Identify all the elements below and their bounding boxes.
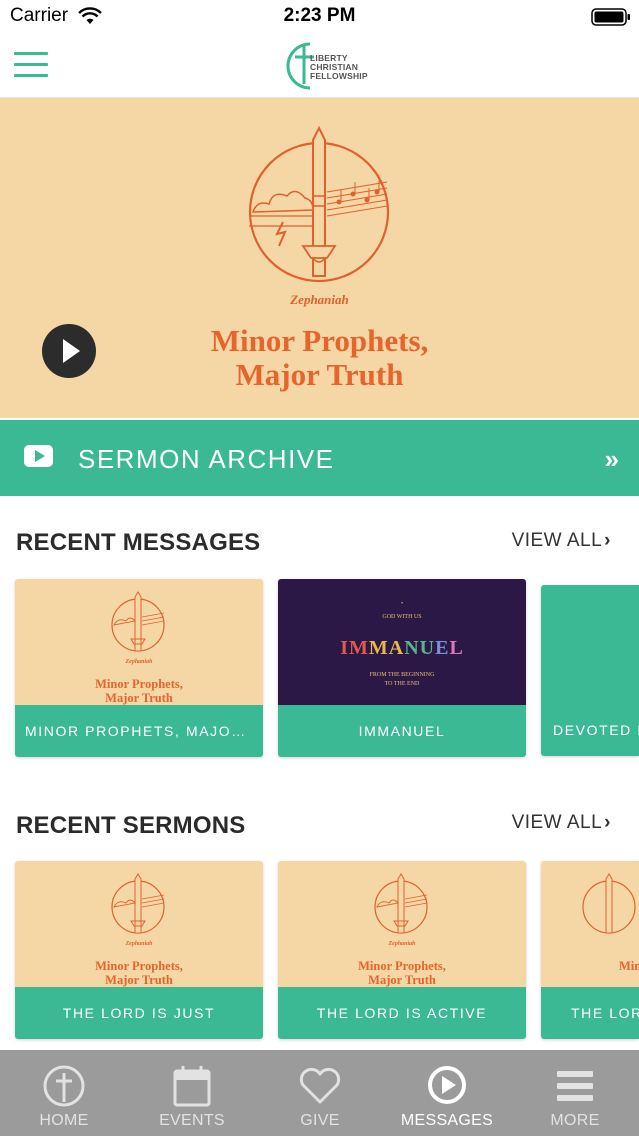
card-art-title: Minor Prophets, Major Truth: [95, 677, 183, 705]
tab-messages[interactable]: MESSAGES: [383, 1050, 511, 1136]
card-label: MINOR PROPHETS, MAJOR T...: [15, 705, 263, 757]
card-art-title: Minor Prophets, Major Truth: [358, 959, 446, 987]
sermon-card[interactable]: Zephaniah Minor Prophets, Major Truth TH…: [278, 861, 526, 1039]
card-artwork: Zephaniah Minor Prophets, Major Truth: [278, 861, 526, 987]
sermon-archive-button[interactable]: SERMON ARCHIVE »: [0, 420, 639, 496]
tab-bar: HOME EVENTS GIVE MESSAGES MORE: [0, 1050, 639, 1136]
card-label: DEVOTED F: [541, 704, 639, 756]
tab-label: MESSAGES: [400, 1112, 494, 1129]
tab-label: EVENTS: [159, 1112, 225, 1129]
card-art-caption: TO THE END: [384, 681, 420, 687]
logo-text: LIBERTY CHRISTIAN FELLOWSHIP: [310, 53, 368, 81]
zephaniah-artwork: [111, 591, 165, 652]
card-artwork: Zephaniah Minor Prophets, Major Truth: [15, 861, 263, 987]
message-card[interactable]: • GOD WITH US IMMANUEL FROM THE BEGINNIN…: [278, 579, 526, 757]
card-artwork: Zephaniah Minor Prophets, Major Truth: [15, 579, 263, 705]
chevron-right-icon: ›: [604, 530, 611, 551]
message-card[interactable]: DEVOTED F: [541, 585, 639, 756]
tab-events[interactable]: EVENTS: [128, 1050, 256, 1136]
card-label: IMMANUEL: [278, 705, 526, 757]
tab-home[interactable]: HOME: [0, 1050, 128, 1136]
sermon-card[interactable]: Zephaniah Minor Prophets, Major Truth TH…: [15, 861, 263, 1039]
card-artwork: [541, 585, 639, 704]
cross-circle-icon: [43, 1065, 85, 1107]
recent-messages-view-all[interactable]: VIEW ALL ›: [512, 530, 611, 552]
calendar-icon: [173, 1066, 211, 1107]
play-circle-icon: [428, 1066, 466, 1104]
card-art-title: Minor Prophets, Major Truth: [95, 959, 183, 987]
recent-messages-title: RECENT MESSAGES: [16, 529, 261, 556]
menu-icon[interactable]: [14, 52, 48, 80]
app-header: LIBERTY CHRISTIAN FELLOWSHIP: [0, 34, 639, 98]
card-label: THE LORD IS ACTIVE: [278, 987, 526, 1039]
tab-more[interactable]: MORE: [511, 1050, 639, 1136]
card-art-subtitle: Zephaniah: [388, 941, 416, 947]
tab-label: MORE: [550, 1112, 600, 1129]
series-book: Zephaniah: [290, 292, 349, 307]
zephaniah-artwork: [374, 873, 428, 934]
tab-give[interactable]: GIVE: [256, 1050, 384, 1136]
play-icon[interactable]: [42, 324, 96, 378]
youtube-play-icon: [24, 445, 53, 467]
card-label: THE LOR: [541, 987, 639, 1039]
battery-icon: [591, 8, 630, 26]
tab-label: HOME: [39, 1112, 89, 1129]
featured-series-banner[interactable]: Zephaniah Minor Prophets, Major Truth: [0, 98, 639, 418]
recent-sermons-title: RECENT SERMONS: [16, 812, 246, 839]
card-art-title: Min: [619, 959, 639, 973]
card-art-title: IMMANUEL: [340, 637, 464, 659]
zephaniah-artwork: [111, 873, 165, 934]
zephaniah-artwork: [248, 126, 390, 283]
zephaniah-artwork: [582, 873, 636, 934]
tab-label: GIVE: [300, 1112, 340, 1129]
heart-icon: [299, 1067, 341, 1104]
church-logo: LIBERTY CHRISTIAN FELLOWSHIP: [284, 40, 368, 92]
sermon-card[interactable]: Min THE LOR: [541, 861, 639, 1039]
status-time: 2:23 PM: [283, 5, 356, 26]
message-card[interactable]: Zephaniah Minor Prophets, Major Truth MI…: [15, 579, 263, 757]
card-art-caption: GOD WITH US: [382, 614, 422, 620]
card-art-caption: •: [400, 601, 404, 607]
chevron-right-icon: ›: [604, 812, 611, 833]
menu-icon: [557, 1071, 593, 1101]
card-artwork: Min: [541, 861, 639, 987]
recent-sermons-view-all[interactable]: VIEW ALL ›: [512, 812, 611, 834]
status-bar: Carrier 2:23 PM: [0, 0, 639, 34]
card-artwork: • GOD WITH US IMMANUEL FROM THE BEGINNIN…: [278, 579, 526, 705]
series-title: Minor Prophets, Major Truth: [210, 323, 429, 392]
sermon-archive-label: SERMON ARCHIVE: [78, 444, 335, 474]
card-art-subtitle: Zephaniah: [125, 659, 153, 665]
card-label: THE LORD IS JUST: [15, 987, 263, 1039]
card-art-subtitle: Zephaniah: [125, 941, 153, 947]
double-chevron-right-icon: »: [604, 444, 619, 474]
card-art-caption: FROM THE BEGINNING: [369, 672, 435, 678]
